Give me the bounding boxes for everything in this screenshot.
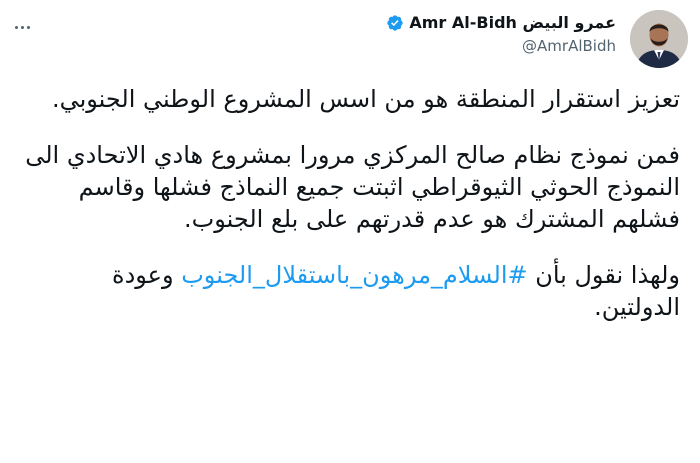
hashtag-link[interactable]: #السلام_مرهون_باستقلال_الجنوب	[181, 261, 527, 289]
paragraph-prefix: ولهذا نقول بأن	[527, 261, 680, 289]
avatar-image	[630, 10, 688, 68]
author-avatar[interactable]	[630, 10, 688, 68]
more-dot	[14, 25, 18, 29]
tweet-card: Amr Al-Bidh عمرو البيض @AmrAlBidh تعزيز …	[0, 0, 700, 463]
author-handle[interactable]: @AmrAlBidh	[386, 36, 616, 56]
verified-badge-icon	[387, 15, 404, 31]
more-options-button[interactable]	[10, 18, 34, 36]
more-dot	[20, 25, 24, 29]
author-header: Amr Al-Bidh عمرو البيض @AmrAlBidh	[386, 12, 616, 56]
more-dot	[26, 25, 30, 29]
tweet-paragraph: ولهذا نقول بأن #السلام_مرهون_باستقلال_ال…	[20, 259, 680, 323]
tweet-text: تعزيز استقرار المنطقة هو من اسس المشروع …	[20, 83, 680, 323]
tweet-paragraph: فمن نموذج نظام صالح المركزي مرورا بمشروع…	[25, 141, 680, 233]
author-name-row[interactable]: Amr Al-Bidh عمرو البيض	[386, 12, 616, 34]
tweet-paragraph: تعزيز استقرار المنطقة هو من اسس المشروع …	[51, 85, 680, 113]
author-display-name: Amr Al-Bidh عمرو البيض	[409, 13, 616, 32]
